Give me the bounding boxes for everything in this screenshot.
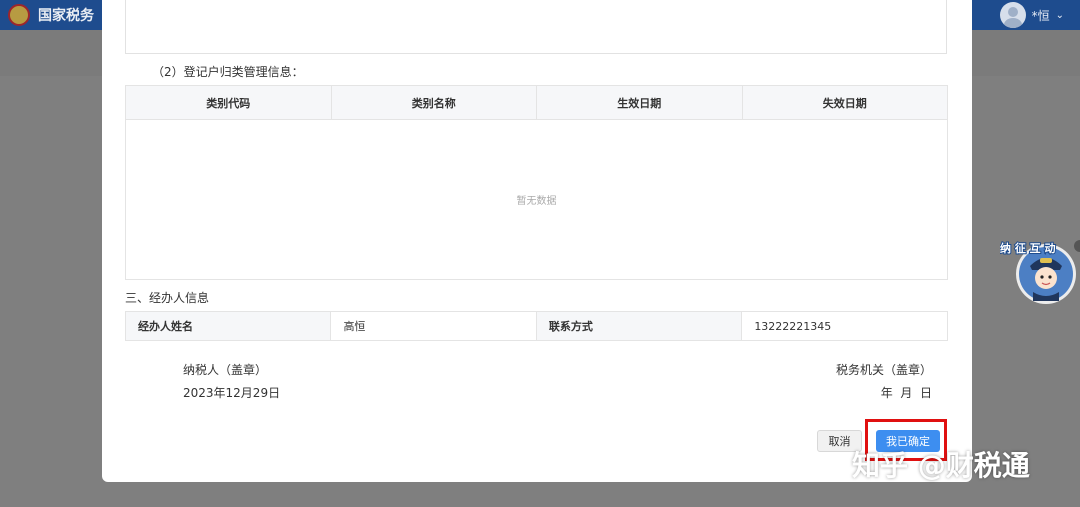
table-row: 经办人姓名 高恒 联系方式 13222221345 xyxy=(124,311,948,341)
operator-name-label: 经办人姓名 xyxy=(124,311,332,341)
column-header: 生效日期 xyxy=(536,85,743,120)
operator-name-value: 高恒 xyxy=(330,311,537,341)
mascot-text: 纳 征 互 动 xyxy=(1000,241,1056,255)
app-title: 国家税务 xyxy=(38,8,94,24)
authority-date: 年 月 日 xyxy=(880,386,932,400)
previous-table-tail xyxy=(125,0,947,54)
column-header: 失效日期 xyxy=(741,85,948,120)
operator-table: 经办人姓名 高恒 联系方式 13222221345 xyxy=(124,311,948,341)
taxpayer-signature: 纳税人（盖章） 2023年12月29日 xyxy=(183,359,280,405)
tax-emblem-icon xyxy=(8,4,30,26)
empty-state: 暂无数据 xyxy=(125,120,948,280)
contact-value: 13222221345 xyxy=(741,311,948,341)
watermark: 知乎 @财税通 xyxy=(852,449,1030,482)
authority-signature: 税务机关（盖章） 年 月 日 xyxy=(836,359,932,405)
contact-label: 联系方式 xyxy=(535,311,743,341)
tax-interaction-mascot-icon[interactable]: 纳 征 互 动 xyxy=(1000,236,1080,308)
category-table: 类别代码 类别名称 生效日期 失效日期 xyxy=(125,85,948,120)
column-header: 类别代码 xyxy=(125,85,332,120)
chevron-down-icon: ⌄ xyxy=(1055,9,1064,21)
user-avatar-icon xyxy=(999,2,1026,28)
category-info-title: （2）登记户归类管理信息： xyxy=(152,65,304,79)
brand[interactable]: 国家税务 xyxy=(8,2,94,28)
table-header-row: 类别代码 类别名称 生效日期 失效日期 xyxy=(125,85,948,120)
column-header: 类别名称 xyxy=(330,85,537,120)
user-menu[interactable]: *恒 ⌄ xyxy=(999,2,1064,28)
side-toggle-icon[interactable] xyxy=(1074,240,1080,252)
taxpayer-date: 2023年12月29日 xyxy=(183,386,281,400)
authority-seal-label: 税务机关（盖章） xyxy=(835,363,932,377)
user-name: *恒 xyxy=(1031,8,1050,23)
taxpayer-seal-label: 纳税人（盖章） xyxy=(183,363,268,377)
confirmation-dialog: （2）登记户归类管理信息： 类别代码 类别名称 生效日期 失效日期 暂无数据 三… xyxy=(102,0,972,482)
empty-text: 暂无数据 xyxy=(516,196,557,207)
operator-info-title: 三、经办人信息 xyxy=(125,291,210,305)
